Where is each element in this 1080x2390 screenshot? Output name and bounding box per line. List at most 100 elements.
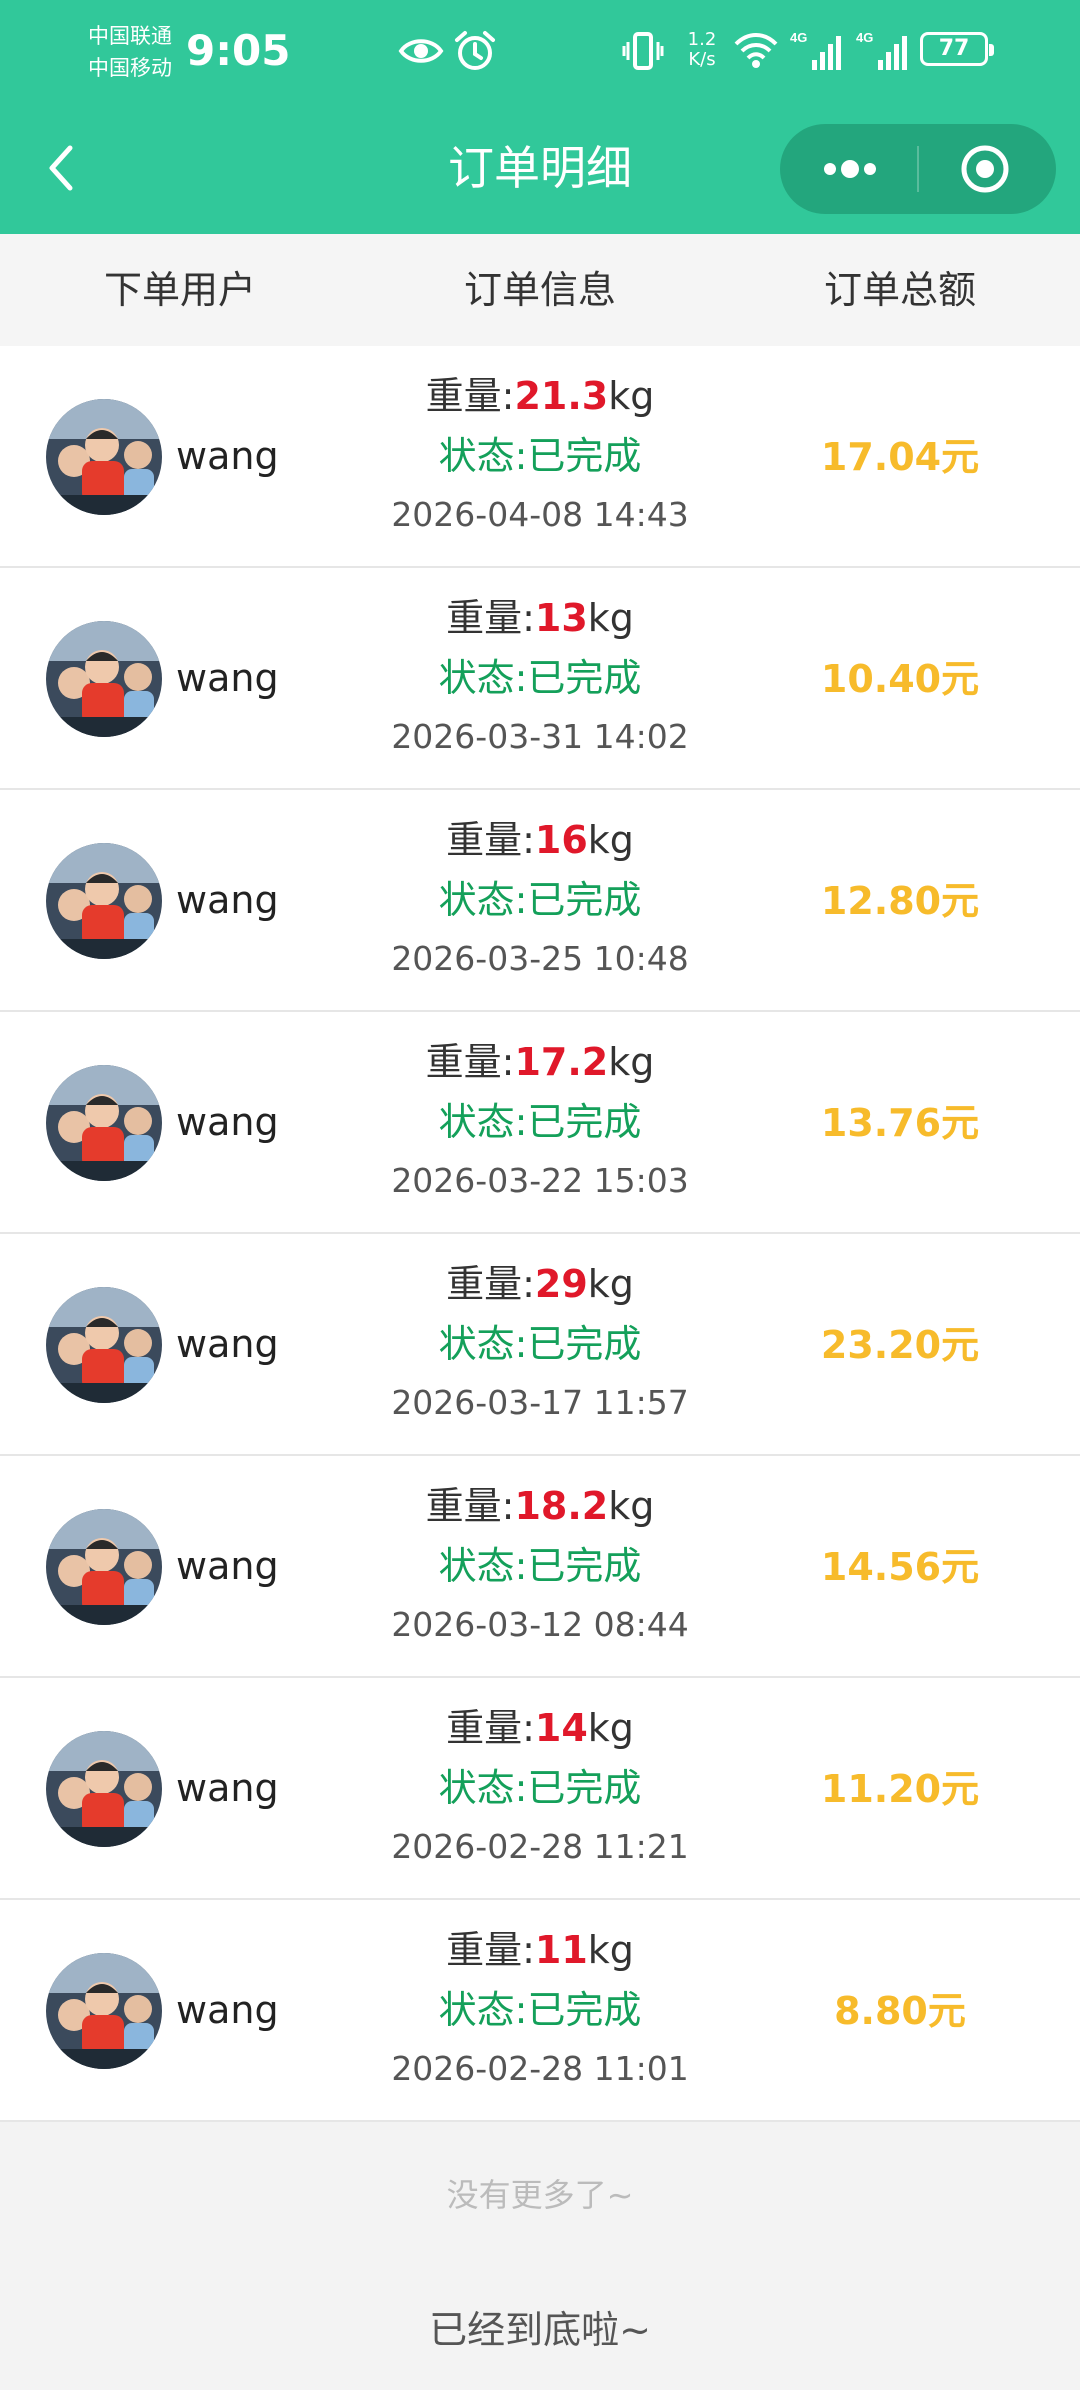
weight-line: 重量:18.2kg (340, 1476, 740, 1536)
weight-line: 重量:14kg (340, 1698, 740, 1758)
avatar (46, 1509, 162, 1625)
status-text: 状态:已完成 (438, 434, 642, 478)
avatar (46, 1287, 162, 1403)
header-info: 订单信息 (463, 268, 616, 312)
top-bar: 中国联通 中国移动 9:05 1.2 K/s 4G 4G 77 订单明细 (0, 0, 1080, 234)
order-list: wang 重量:21.3kg 状态:已完成 2026-04-08 14:43 1… (0, 346, 1080, 2122)
weight-unit: kg (587, 1928, 634, 1972)
user-name: wang (176, 1544, 279, 1588)
weight-value: 16 (534, 818, 588, 862)
order-amount: 14.56元 (820, 1545, 980, 1589)
weight-value: 13 (534, 596, 588, 640)
weight-line: 重量:16kg (340, 810, 740, 870)
order-date: 2026-02-28 11:21 (391, 1827, 689, 1866)
order-row[interactable]: wang 重量:14kg 状态:已完成 2026-02-28 11:21 11.… (0, 1678, 1080, 1900)
weight-label: 重量: (446, 1262, 535, 1306)
weight-line: 重量:29kg (340, 1254, 740, 1314)
battery-icon: 77 (920, 32, 994, 66)
order-date: 2026-03-17 11:57 (391, 1383, 689, 1422)
weight-value: 29 (534, 1262, 588, 1306)
sig1-label: 4G (790, 30, 807, 45)
order-date: 2026-04-08 14:43 (391, 495, 689, 534)
order-info: 重量:21.3kg 状态:已完成 2026-04-08 14:43 (340, 366, 740, 544)
status-text: 状态:已完成 (438, 1100, 642, 1144)
weight-value: 11 (534, 1928, 588, 1972)
order-date: 2026-03-12 08:44 (391, 1605, 689, 1644)
order-info: 重量:11kg 状态:已完成 2026-02-28 11:01 (340, 1920, 740, 2098)
header-amount: 订单总额 (823, 268, 976, 312)
order-row[interactable]: wang 重量:18.2kg 状态:已完成 2026-03-12 08:44 1… (0, 1456, 1080, 1678)
sig2-label: 4G (856, 30, 873, 45)
user-name: wang (176, 878, 279, 922)
weight-label: 重量: (425, 1040, 515, 1084)
order-amount: 12.80元 (820, 879, 980, 923)
no-more-text: 没有更多了~ (446, 2176, 634, 2214)
weight-label: 重量: (425, 374, 515, 418)
weight-label: 重量: (425, 1484, 515, 1528)
order-date: 2026-03-22 15:03 (391, 1161, 689, 1200)
order-amount: 8.80元 (834, 1989, 966, 2033)
capsule-divider (917, 146, 919, 192)
avatar (46, 1731, 162, 1847)
order-row[interactable]: wang 重量:11kg 状态:已完成 2026-02-28 11:01 8.8… (0, 1900, 1080, 2122)
order-amount: 10.40元 (820, 657, 980, 701)
order-info: 重量:16kg 状态:已完成 2026-03-25 10:48 (340, 810, 740, 988)
order-amount: 11.20元 (820, 1767, 980, 1811)
weight-label: 重量: (446, 1928, 535, 1972)
user-name: wang (176, 434, 279, 478)
weight-line: 重量:13kg (340, 588, 740, 648)
avatar (46, 399, 162, 515)
user-name: wang (176, 1100, 279, 1144)
weight-label: 重量: (446, 1706, 535, 1750)
order-info: 重量:14kg 状态:已完成 2026-02-28 11:21 (340, 1698, 740, 1876)
weight-unit: kg (587, 818, 634, 862)
weight-label: 重量: (446, 596, 535, 640)
weight-value: 21.3 (514, 374, 609, 418)
network-speed: 1.2 K/s (682, 30, 722, 70)
table-header: 下单用户 订单信息 订单总额 (0, 234, 1080, 346)
avatar (46, 621, 162, 737)
more-dots-icon[interactable] (820, 154, 880, 184)
user-name: wang (176, 656, 279, 700)
weight-unit: kg (608, 374, 655, 418)
weight-unit: kg (587, 1706, 634, 1750)
avatar (46, 1065, 162, 1181)
status-text: 状态:已完成 (438, 656, 642, 700)
vibrate-icon (622, 32, 664, 70)
weight-line: 重量:17.2kg (340, 1032, 740, 1092)
speed-value: 1.2 (687, 29, 717, 50)
weight-line: 重量:21.3kg (340, 366, 740, 426)
avatar (46, 843, 162, 959)
order-row[interactable]: wang 重量:17.2kg 状态:已完成 2026-03-22 15:03 1… (0, 1012, 1080, 1234)
weight-unit: kg (608, 1040, 655, 1084)
carrier-info: 中国联通 中国移动 (88, 20, 172, 84)
signal-icon-1: 4G (790, 30, 841, 70)
weight-unit: kg (587, 596, 634, 640)
header-user: 下单用户 (103, 268, 256, 312)
weight-value: 14 (534, 1706, 588, 1750)
order-info: 重量:13kg 状态:已完成 2026-03-31 14:02 (340, 588, 740, 766)
signal-icon-2: 4G (856, 30, 907, 70)
order-row[interactable]: wang 重量:13kg 状态:已完成 2026-03-31 14:02 10.… (0, 568, 1080, 790)
carrier-2: 中国移动 (88, 56, 172, 80)
order-info: 重量:18.2kg 状态:已完成 2026-03-12 08:44 (340, 1476, 740, 1654)
user-name: wang (176, 1322, 279, 1366)
status-text: 状态:已完成 (438, 878, 642, 922)
eye-icon (398, 39, 444, 63)
mini-program-capsule (780, 124, 1056, 214)
bottom-text: 已经到底啦~ (429, 2308, 651, 2352)
order-amount: 23.20元 (820, 1323, 980, 1367)
status-time: 9:05 (186, 26, 291, 75)
order-row[interactable]: wang 重量:29kg 状态:已完成 2026-03-17 11:57 23.… (0, 1234, 1080, 1456)
status-text: 状态:已完成 (438, 1544, 642, 1588)
weight-label: 重量: (446, 818, 535, 862)
order-row[interactable]: wang 重量:16kg 状态:已完成 2026-03-25 10:48 12.… (0, 790, 1080, 1012)
order-date: 2026-03-31 14:02 (391, 717, 689, 756)
weight-value: 17.2 (514, 1040, 609, 1084)
order-info: 重量:29kg 状态:已完成 2026-03-17 11:57 (340, 1254, 740, 1432)
weight-value: 18.2 (514, 1484, 609, 1528)
weight-line: 重量:11kg (340, 1920, 740, 1980)
order-row[interactable]: wang 重量:21.3kg 状态:已完成 2026-04-08 14:43 1… (0, 346, 1080, 568)
target-icon[interactable] (960, 144, 1010, 194)
order-amount: 13.76元 (820, 1101, 980, 1145)
